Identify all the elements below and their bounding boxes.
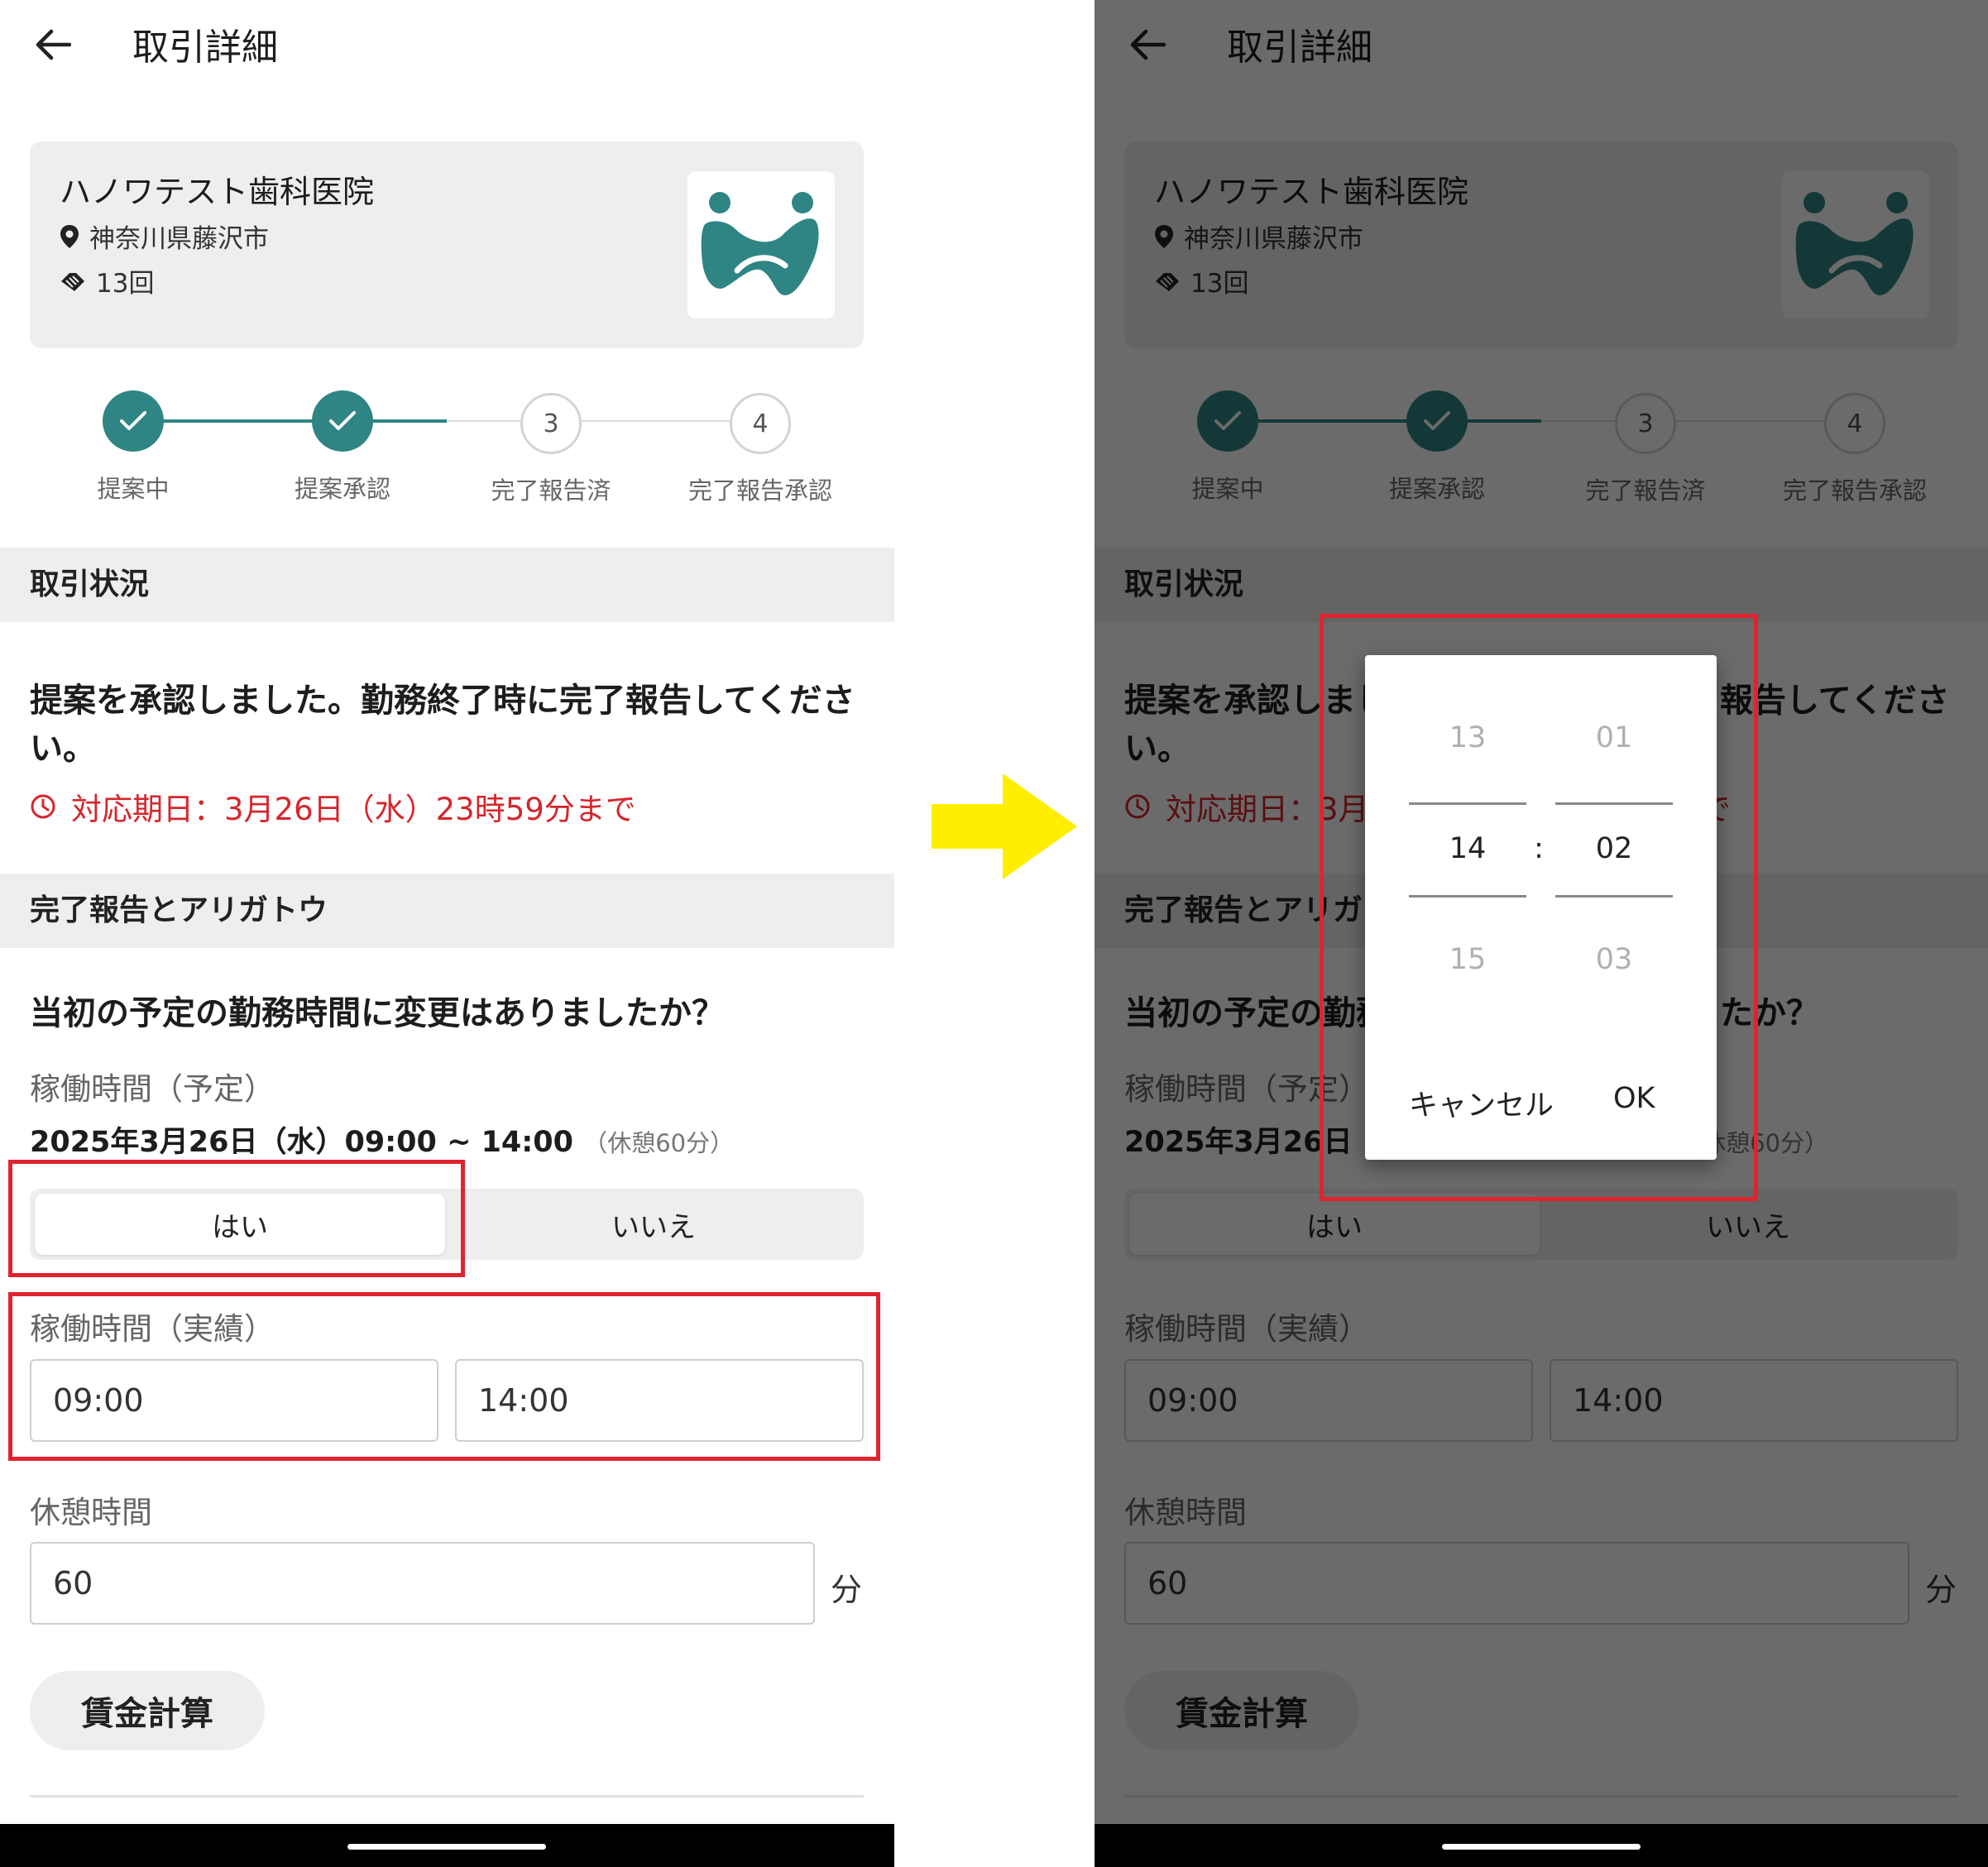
step-4-number: 4 [730, 393, 791, 454]
transition-arrow-icon [930, 773, 1079, 881]
step-2-label: 提案承認 [294, 475, 390, 503]
break-time-label: 休憩時間 [30, 1495, 152, 1530]
shop-count-text: 13回 [96, 269, 155, 299]
divider [30, 1795, 864, 1798]
section-status-header: 取引状況 [0, 548, 894, 622]
page-title: 取引詳細 [132, 26, 278, 69]
back-arrow-icon[interactable] [30, 22, 76, 68]
no-button[interactable]: いいえ [448, 1194, 859, 1255]
shop-count: 13回 [60, 262, 154, 299]
step-1-label: 提案中 [97, 475, 170, 503]
step-2-check-icon [312, 390, 373, 452]
planned-hours-label: 稼働時間（予定） [30, 1071, 275, 1107]
step-connector-pending [447, 420, 761, 422]
step-connector-done [132, 419, 447, 423]
screen-before: 取引詳細 ハノワテスト歯科医院 神奈川県藤沢市 13回 3 4 提案中 提案承認 [0, 0, 894, 1867]
shop-card[interactable]: ハノワテスト歯科医院 神奈川県藤沢市 13回 [30, 141, 864, 348]
schedule-change-question: 当初の予定の勤務時間に変更はありましたか？ [30, 994, 725, 1032]
highlight-picker-box [1320, 614, 1758, 1201]
step-1-check-icon [103, 390, 164, 452]
system-nav-bar [1095, 1824, 1988, 1867]
break-time-field[interactable]: 60 [30, 1542, 815, 1625]
system-nav-bar [0, 1824, 894, 1867]
wage-calc-button[interactable]: 賃金計算 [30, 1671, 265, 1750]
section-report-header: 完了報告とアリガトウ [0, 874, 894, 948]
planned-break-text: （休憩60分） [583, 1129, 735, 1157]
clock-icon [31, 794, 55, 819]
home-gesture-handle[interactable] [347, 1844, 546, 1850]
screen-after: 取引詳細 ハノワテスト歯科医院 神奈川県藤沢市 13回 3 4 提案中 提案承認… [1095, 0, 1988, 1867]
location-pin-icon [60, 224, 79, 248]
deadline: 対応期日：3月26日（水）23時59分まで [30, 784, 636, 829]
planned-hours-text: 2025年3月26日（水）09:00 ~ 14:00 [30, 1126, 573, 1159]
shop-name: ハノワテスト歯科医院 [60, 174, 375, 210]
status-message: 提案を承認しました。勤務終了時に完了報告してください。 [30, 682, 855, 768]
home-gesture-handle[interactable] [1442, 1844, 1641, 1850]
break-unit: 分 [831, 1572, 863, 1608]
deadline-text: 対応期日：3月26日（水）23時59分まで [71, 792, 636, 827]
highlight-actual-hours-box [8, 1292, 880, 1461]
shop-logo [687, 171, 835, 318]
step-3-label: 完了報告済 [491, 476, 611, 505]
step-4-label: 完了報告承認 [687, 476, 832, 505]
shop-location: 神奈川県藤沢市 [60, 218, 269, 255]
planned-hours-value: 2025年3月26日（水）09:00 ~ 14:00 （休憩60分） [30, 1118, 734, 1161]
step-3-number: 3 [520, 393, 582, 454]
handshake-icon [61, 272, 84, 291]
highlight-yes-box [8, 1160, 465, 1277]
shop-location-text: 神奈川県藤沢市 [89, 224, 269, 254]
